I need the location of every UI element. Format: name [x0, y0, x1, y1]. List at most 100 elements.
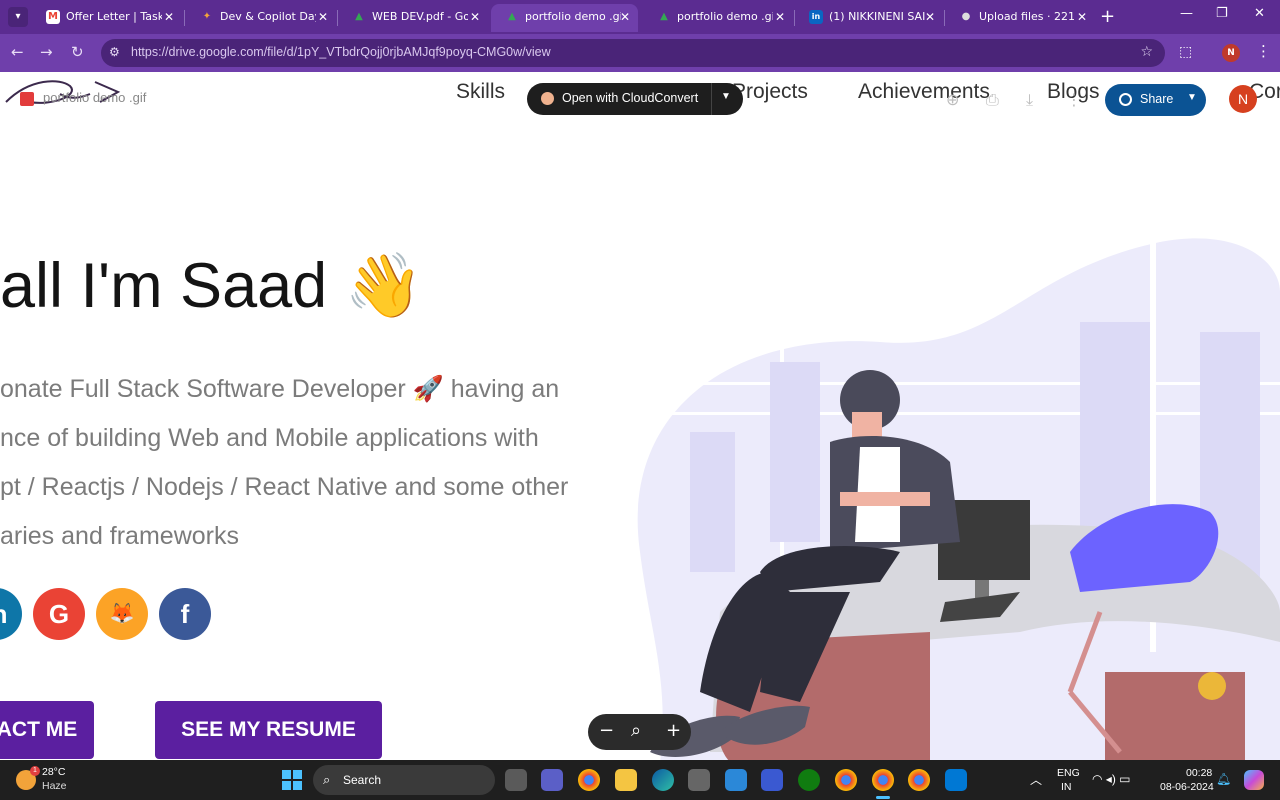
- close-icon[interactable]: ✕: [164, 4, 174, 30]
- app-icon[interactable]: [688, 769, 710, 791]
- chrome-icon[interactable]: [578, 769, 600, 791]
- globe-icon: [1119, 93, 1132, 106]
- close-icon[interactable]: ✕: [318, 4, 328, 30]
- cursor-highlight: [1198, 672, 1226, 700]
- browser-toolbar: ← → ↻ ⚙ https://drive.google.com/file/d/…: [0, 34, 1280, 72]
- tab-portfolio-demo[interactable]: ▲ portfolio demo .gif - ✕: [643, 4, 793, 32]
- taskbar: 1 28°C Haze ⌕ Search ︿ ENG IN ◠ ◂) ▭ 00:…: [0, 760, 1280, 800]
- edge-icon[interactable]: [652, 769, 674, 791]
- site-nav-skills: Skills: [456, 80, 506, 103]
- address-bar[interactable]: ⚙ https://drive.google.com/file/d/1pY_VT…: [101, 39, 1165, 67]
- hero-description-line: nce of building Web and Mobile applicati…: [0, 424, 539, 452]
- start-button[interactable]: [282, 770, 302, 790]
- close-icon[interactable]: ✕: [620, 4, 630, 30]
- open-with-button[interactable]: Open with CloudConvert ▼: [527, 83, 743, 115]
- network-volume-battery-icons[interactable]: ◠ ◂) ▭: [1092, 772, 1131, 786]
- clock-time[interactable]: 00:28: [1186, 767, 1212, 779]
- tab-web-dev-pdf[interactable]: ▲ WEB DEV.pdf - Goog ✕: [338, 4, 488, 32]
- hero-description-line: aries and frameworks: [0, 522, 239, 550]
- contact-me-button: ACT ME: [0, 701, 94, 759]
- tab-github[interactable]: ● Upload files · 22100 ✕: [945, 4, 1095, 32]
- new-tab-button[interactable]: +: [1100, 6, 1115, 27]
- tab-title: WEB DEV.pdf - Goog: [372, 10, 468, 23]
- download-icon[interactable]: ⤓: [1026, 90, 1033, 110]
- zoom-reset-icon[interactable]: ⌕: [631, 720, 641, 741]
- tab-linkedin[interactable]: in (1) NIKKINENI SAI PR ✕: [795, 4, 943, 32]
- linkedin-icon: in: [809, 10, 823, 24]
- tab-search-button[interactable]: ▾: [8, 7, 28, 27]
- file-type-icon: [20, 92, 34, 106]
- add-to-drive-icon[interactable]: ⊕: [946, 90, 959, 109]
- zoom-controls: − ⌕ +: [588, 714, 691, 750]
- close-icon[interactable]: ✕: [1077, 4, 1087, 30]
- caret-down-icon[interactable]: ▼: [1187, 92, 1197, 103]
- url-text[interactable]: https://drive.google.com/file/d/1pY_VTbd…: [131, 45, 551, 59]
- chevron-up-icon[interactable]: ︿: [1030, 771, 1042, 788]
- site-info-icon[interactable]: ⚙: [109, 45, 120, 59]
- print-icon[interactable]: ⎙: [986, 90, 999, 110]
- tab-dev-copilot[interactable]: ✦ Dev & Copilot Day, H ✕: [186, 4, 336, 32]
- tab-portfolio-demo-active[interactable]: ▲ portfolio demo .gif - ✕: [491, 4, 638, 32]
- drive-preview: portfolio demo .gif Skills Projects Achi…: [0, 72, 1280, 760]
- tab-gmail[interactable]: M Offer Letter | Tasks/P ✕: [32, 4, 182, 32]
- task-view-icon[interactable]: [505, 769, 527, 791]
- bookmark-star-icon[interactable]: ☆: [1140, 44, 1153, 60]
- close-icon[interactable]: ✕: [925, 4, 935, 30]
- back-icon[interactable]: ←: [11, 43, 24, 61]
- teams-icon[interactable]: [541, 769, 563, 791]
- reload-icon[interactable]: ↻: [71, 43, 84, 61]
- weather-desc[interactable]: Haze: [42, 780, 67, 792]
- copilot-icon[interactable]: [1244, 770, 1264, 790]
- open-with-label: Open with CloudConvert: [562, 91, 699, 105]
- drive-icon: ▲: [355, 11, 363, 22]
- browser-menu-icon[interactable]: ⋮: [1256, 42, 1271, 60]
- see-resume-button: SEE MY RESUME: [155, 701, 382, 759]
- weather-badge: 1: [30, 766, 40, 776]
- share-button[interactable]: Share ▼: [1105, 84, 1206, 116]
- active-app-indicator: [876, 796, 890, 799]
- forward-icon[interactable]: →: [40, 43, 53, 61]
- hero-illustration: [637, 212, 1280, 760]
- close-icon[interactable]: ✕: [775, 4, 785, 30]
- share-label: Share: [1140, 92, 1174, 106]
- tab-title: Upload files · 22100: [979, 10, 1075, 23]
- more-actions-icon[interactable]: ⋮: [1066, 90, 1082, 109]
- app-icon[interactable]: [761, 769, 783, 791]
- vscode-icon[interactable]: [945, 769, 967, 791]
- chrome-icon[interactable]: [835, 769, 857, 791]
- weather-temp[interactable]: 28°C: [42, 766, 65, 778]
- lightbulb-icon: ✦: [202, 11, 212, 22]
- file-explorer-icon[interactable]: [615, 769, 637, 791]
- chrome-icon[interactable]: [908, 769, 930, 791]
- close-icon[interactable]: ✕: [470, 4, 480, 30]
- tab-title: portfolio demo .gif -: [525, 10, 621, 23]
- zoom-in-icon[interactable]: +: [666, 720, 681, 741]
- hero-description-line: onate Full Stack Software Developer 🚀 ha…: [0, 375, 560, 403]
- tab-title: Offer Letter | Tasks/P: [66, 10, 162, 23]
- minimize-icon[interactable]: —: [1180, 6, 1193, 21]
- language-indicator[interactable]: ENG: [1057, 767, 1080, 779]
- search-icon: ⌕: [323, 772, 331, 787]
- facebook-icon: f: [159, 588, 211, 640]
- store-icon[interactable]: [725, 769, 747, 791]
- tab-title: Dev & Copilot Day, H: [220, 10, 316, 23]
- search-placeholder: Search: [343, 773, 382, 787]
- restore-icon[interactable]: ❐: [1216, 6, 1228, 21]
- zoom-out-icon[interactable]: −: [599, 720, 614, 741]
- tab-bar: ▾ M Offer Letter | Tasks/P ✕ ✦ Dev & Copil…: [0, 0, 1280, 34]
- xbox-icon[interactable]: [798, 769, 820, 791]
- close-window-icon[interactable]: ✕: [1254, 6, 1265, 21]
- tab-title: portfolio demo .gif -: [677, 10, 773, 23]
- account-avatar[interactable]: N: [1229, 85, 1257, 113]
- clock-date[interactable]: 08-06-2024: [1160, 781, 1214, 793]
- cloudconvert-icon: [541, 92, 554, 105]
- linkedin-icon: in: [0, 588, 22, 640]
- chrome-icon[interactable]: [872, 769, 894, 791]
- caret-down-icon[interactable]: ▼: [721, 91, 731, 102]
- notification-bell-icon[interactable]: 🔔︎: [1216, 772, 1231, 786]
- extensions-icon[interactable]: ⬚: [1179, 44, 1192, 60]
- profile-avatar[interactable]: N: [1222, 44, 1240, 62]
- taskbar-search[interactable]: ⌕ Search: [313, 765, 495, 795]
- language-region[interactable]: IN: [1061, 781, 1072, 793]
- drive-icon: ▲: [508, 11, 516, 22]
